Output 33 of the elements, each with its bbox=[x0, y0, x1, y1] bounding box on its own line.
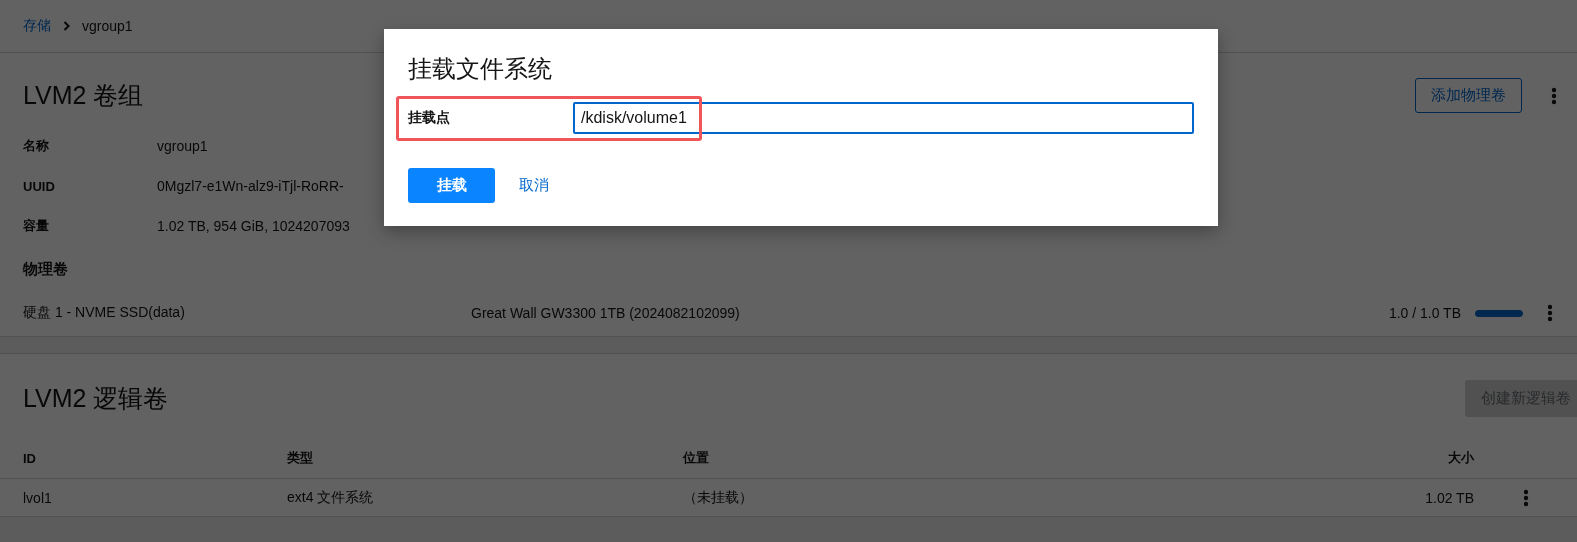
table-cell-text: ext4 文件系统 bbox=[287, 488, 375, 507]
table-cell-text: 1.02 TB bbox=[1424, 489, 1474, 506]
breadcrumb-current: vgroup1 bbox=[82, 18, 133, 34]
field-label: 挂载点 bbox=[408, 108, 451, 127]
add-physical-volume-button[interactable]: 添加物理卷 bbox=[1415, 78, 1522, 113]
usage-text: 1.0 / 1.0 TB bbox=[1388, 305, 1462, 321]
column-header: 大小 bbox=[1447, 449, 1474, 467]
column-header: 类型 bbox=[287, 449, 314, 467]
chevron-right-icon bbox=[63, 21, 70, 31]
detail-value: vgroup1 bbox=[157, 138, 208, 154]
section-title: LVM2 逻辑卷 bbox=[23, 383, 169, 414]
kebab-menu-icon[interactable] bbox=[1547, 304, 1553, 322]
dialog-title: 挂载文件系统 bbox=[408, 54, 553, 84]
kebab-menu-icon[interactable] bbox=[1522, 488, 1529, 507]
subsection-heading: 物理卷 bbox=[21, 259, 69, 279]
table-cell-text: lvol1 bbox=[23, 489, 53, 506]
detail-value: 1.02 TB, 954 GiB, 1024207093 bbox=[157, 218, 350, 234]
mount-point-field[interactable]: /kdisk/volume1 bbox=[573, 101, 1194, 134]
cancel-button[interactable]: 取消 bbox=[503, 170, 565, 201]
detail-value: 0Mgzl7-e1Wn-alz9-iTjl-RoRR- bbox=[157, 178, 344, 194]
table-cell-text: （未挂载） bbox=[683, 488, 754, 507]
table-cell-text: 硬盘 1 - NVME SSD(data) bbox=[23, 304, 186, 322]
detail-label: 名称 bbox=[23, 137, 50, 155]
column-header: ID bbox=[23, 450, 37, 466]
usage-bar bbox=[1475, 309, 1523, 317]
detail-label: UUID bbox=[23, 178, 56, 194]
kebab-menu-icon[interactable] bbox=[1551, 86, 1557, 105]
table-cell-text: Great Wall GW3300 1TB (2024082102099) bbox=[471, 305, 741, 321]
detail-label: 容量 bbox=[23, 217, 50, 235]
column-header: 位置 bbox=[683, 449, 710, 467]
mount-button[interactable]: 挂载 bbox=[408, 168, 495, 203]
breadcrumb-link[interactable]: 存储 bbox=[23, 17, 51, 35]
section-title: LVM2 卷组 bbox=[23, 80, 144, 111]
